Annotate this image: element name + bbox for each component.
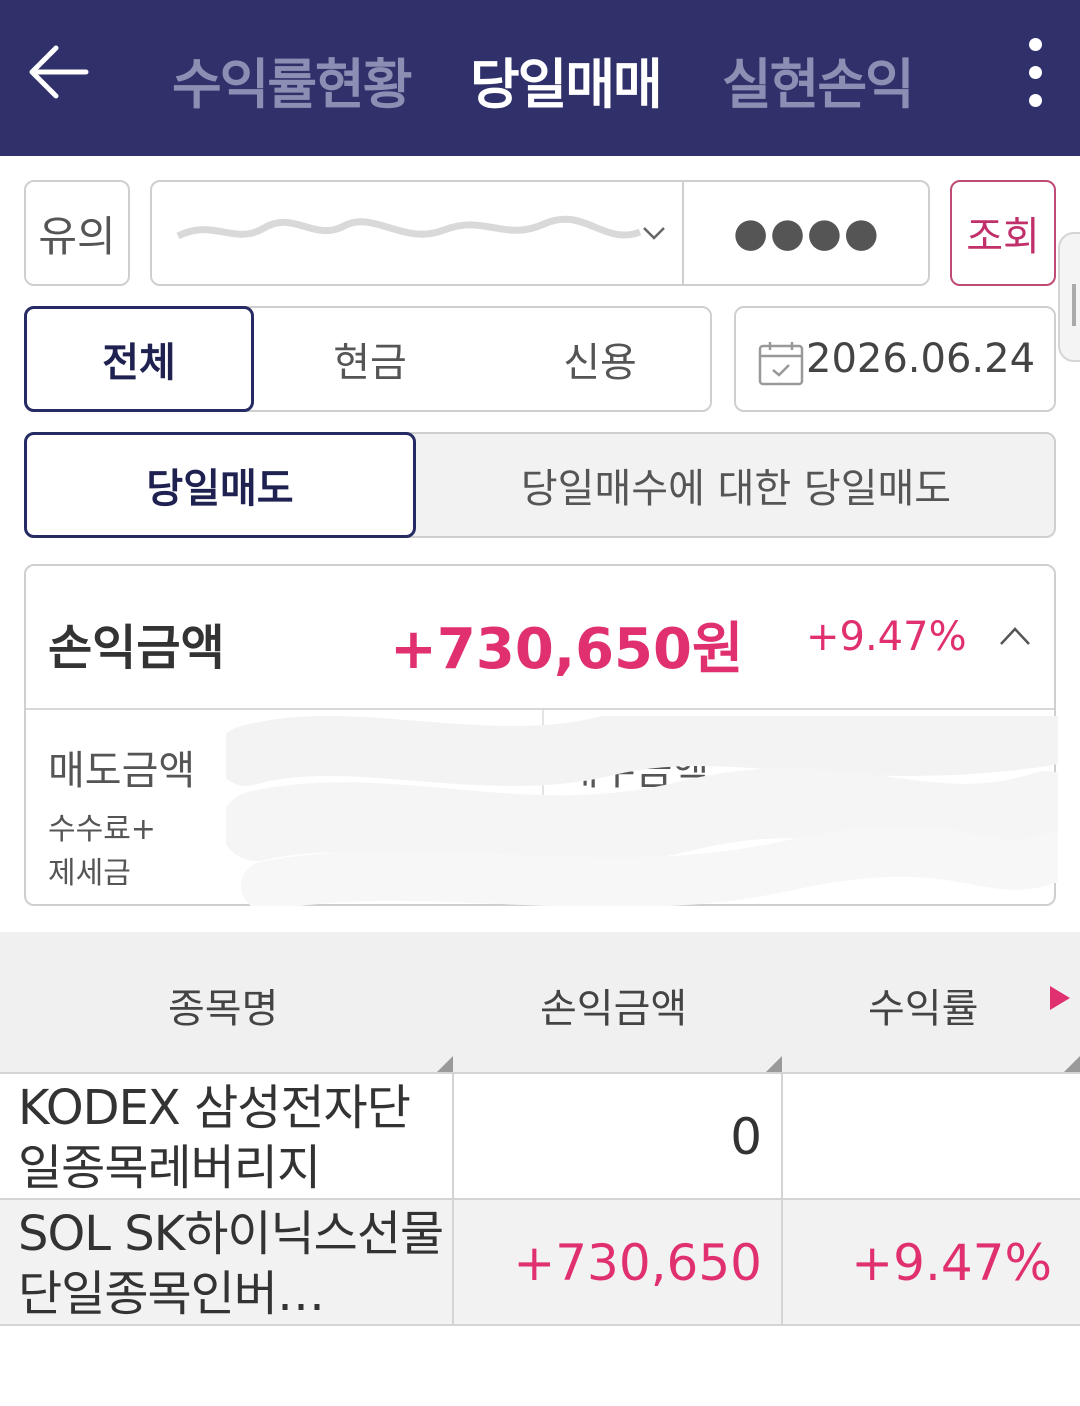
pnl-summary-card: 손익금액 +730,650원 +9.47% 매도금액 매수금액 수수료+ 제세금	[24, 564, 1058, 906]
summary-divider	[26, 708, 1054, 710]
fee-label-line1: 수수료+	[48, 812, 156, 847]
tab-realized-pnl[interactable]: 실현손익	[722, 40, 915, 119]
column-divider	[781, 1200, 783, 1324]
account-type-segment: 전체 현금 신용	[24, 306, 712, 412]
account-selector[interactable]: ●●●●	[150, 180, 930, 286]
side-drawer-handle[interactable]	[1058, 232, 1080, 362]
password-mask: ●●●●	[733, 210, 881, 256]
pnl-label: 손익금액	[48, 620, 225, 676]
password-field[interactable]: ●●●●	[686, 182, 928, 284]
date-picker[interactable]: 2026.06.24	[734, 306, 1056, 412]
segment-day-sell-for-day-buy[interactable]: 당일매수에 대한 당일매도	[418, 432, 1054, 538]
back-arrow-icon[interactable]	[22, 38, 94, 106]
table-row[interactable]: KODEX 삼성전자단일종목레버리지 0	[0, 1074, 1080, 1200]
redaction-scribble	[226, 716, 1058, 906]
chevron-down-icon	[643, 227, 665, 240]
stock-name: SOL SK하이닉스선물단일종목인버…	[18, 1206, 444, 1322]
column-divider	[452, 1200, 454, 1324]
segment-day-sell[interactable]: 당일매도	[24, 432, 416, 538]
column-header-name[interactable]: 종목명	[168, 976, 278, 1034]
query-button[interactable]: 조회	[950, 180, 1056, 286]
segment-credit[interactable]: 신용	[490, 306, 710, 412]
tab-return-status[interactable]: 수익률현황	[172, 40, 412, 119]
next-columns-arrow-icon[interactable]	[1046, 984, 1072, 1012]
resize-corner-icon	[1064, 1056, 1080, 1072]
stock-pnl: +730,650	[513, 1234, 762, 1292]
tab-day-trading[interactable]: 당일매매	[470, 40, 663, 119]
more-menu-icon[interactable]	[1014, 36, 1058, 110]
resize-corner-icon	[766, 1056, 782, 1072]
segment-all[interactable]: 전체	[24, 306, 254, 412]
column-divider	[781, 1074, 783, 1198]
top-bar: 수익률현황 당일매매 실현손익	[0, 0, 1080, 156]
pnl-amount: +730,650원	[390, 617, 744, 682]
redacted-account-number	[176, 215, 642, 240]
column-header-rate[interactable]: 수익률	[868, 976, 978, 1034]
column-divider	[452, 1074, 454, 1198]
sell-type-segment: 당일매도 당일매수에 대한 당일매도	[24, 432, 1056, 538]
caution-button[interactable]: 유의	[24, 180, 130, 286]
resize-corner-icon	[437, 1056, 453, 1072]
date-value: 2026.06.24	[806, 336, 1036, 382]
fee-tax-label: 수수료+ 제세금	[48, 808, 156, 896]
calendar-icon	[758, 342, 804, 386]
chevron-up-icon[interactable]	[998, 624, 1032, 648]
stock-pnl: 0	[730, 1108, 762, 1166]
pnl-rate: +9.47%	[806, 614, 967, 660]
sell-amount-label: 매도금액	[48, 748, 196, 794]
table-row[interactable]: SOL SK하이닉스선물단일종목인버… +730,650 +9.47%	[0, 1200, 1080, 1326]
fee-label-line2: 제세금	[48, 856, 131, 891]
table-header: 종목명 손익금액 수익률	[0, 932, 1080, 1074]
stock-rate: +9.47%	[851, 1234, 1052, 1292]
segment-cash[interactable]: 현금	[260, 306, 480, 412]
column-header-pnl[interactable]: 손익금액	[540, 976, 687, 1034]
stock-name: KODEX 삼성전자단일종목레버리지	[18, 1080, 411, 1196]
account-number-dropdown[interactable]	[152, 182, 684, 284]
